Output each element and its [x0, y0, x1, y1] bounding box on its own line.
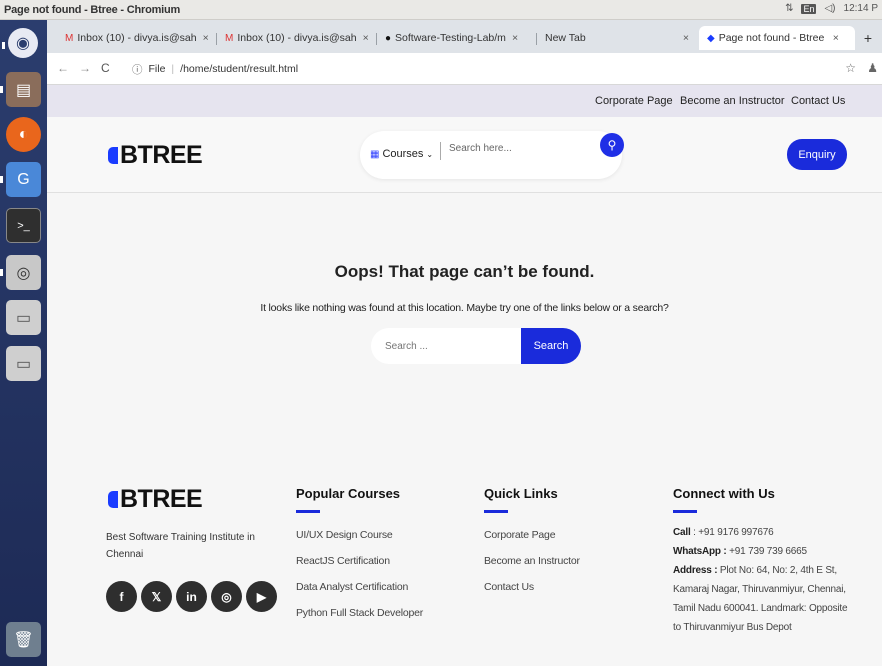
error-title: Oops! That page can’t be found.	[334, 262, 595, 281]
contact-details: Call : +91 9176 997676 WhatsApp : +91 73…	[673, 523, 849, 637]
bookmark-star-icon[interactable]: ☆	[845, 61, 856, 75]
instagram-icon[interactable]: ◎	[211, 581, 242, 612]
footer-heading: Connect with Us	[673, 486, 775, 501]
launcher: ◉ ▤ ◐ G >_ ◎ ▭ ▭ 🗑	[0, 20, 47, 666]
grid-icon: ▦	[370, 148, 380, 160]
header-search: ▦ Courses ⌄ Search here... ⚲	[360, 131, 624, 179]
error-search-button[interactable]: Search	[521, 328, 581, 364]
footer-link[interactable]: Become an Instructor	[484, 555, 580, 581]
courses-dropdown[interactable]: ▦ Courses ⌄	[370, 148, 433, 160]
error-search-input[interactable]	[371, 328, 531, 364]
tab-label: New Tab	[545, 32, 586, 44]
address-label: Address :	[673, 565, 718, 576]
keyboard-layout-indicator[interactable]: En	[801, 3, 817, 14]
gmail-icon: M	[65, 32, 74, 44]
footer-link[interactable]: Corporate Page	[484, 529, 580, 555]
chromium-icon[interactable]: G	[0, 162, 41, 197]
facebook-icon[interactable]: f	[106, 581, 137, 612]
tab-page-not-found[interactable]: ◆ Page not found - Btree ×	[699, 26, 855, 50]
x-twitter-icon[interactable]: 𝕏	[141, 581, 172, 612]
top-link-contact-us[interactable]: Contact Us	[791, 95, 845, 107]
whatsapp-value[interactable]: +91 739 739 6665	[729, 546, 807, 557]
clock[interactable]: 12:14 P	[844, 3, 878, 14]
footer-connect: Connect with Us Call : +91 9176 997676 W…	[673, 486, 849, 637]
back-icon[interactable]: ←	[57, 61, 69, 75]
close-icon[interactable]: ×	[203, 32, 209, 44]
tab-strip: M Inbox (10) - divya.is@sah × M Inbox (1…	[47, 20, 882, 53]
youtube-icon[interactable]: ▶	[246, 581, 277, 612]
drive-icon[interactable]: ▭	[6, 300, 41, 335]
tab-github[interactable]: ● Software-Testing-Lab/m ×	[377, 26, 535, 50]
address-bar[interactable]: ⓘ File | /home/student/result.html	[132, 58, 832, 80]
info-icon[interactable]: ⓘ	[132, 62, 143, 77]
site-footer: BTREE Best Software Training Institute i…	[47, 475, 882, 666]
footer-link[interactable]: Python Full Stack Developer	[296, 607, 423, 633]
footer-link[interactable]: ReactJS Certification	[296, 555, 423, 581]
footer-link[interactable]: Data Analyst Certification	[296, 581, 423, 607]
site-logo[interactable]: BTREE	[108, 141, 203, 170]
window-title: Page not found - Btree - Chromium	[4, 4, 181, 16]
url-scheme: File	[148, 63, 166, 75]
chevron-down-icon: ⌄	[426, 149, 434, 159]
logo-mark	[108, 147, 118, 164]
footer-heading: Quick Links	[484, 486, 558, 501]
footer-description: Best Software Training Institute in Chen…	[106, 532, 255, 560]
close-icon[interactable]: ×	[363, 32, 369, 44]
network-icon[interactable]: ⇅	[785, 3, 793, 14]
url-text[interactable]: /home/student/result.html	[180, 63, 298, 75]
trash-icon[interactable]: 🗑	[6, 622, 41, 657]
linkedin-icon[interactable]: in	[176, 581, 207, 612]
btree-icon: ◆	[707, 32, 715, 44]
footer-heading: Popular Courses	[296, 486, 401, 501]
firefox-icon[interactable]: ◐	[6, 117, 41, 152]
forward-icon[interactable]: →	[79, 61, 91, 75]
terminal-icon[interactable]: >_	[6, 208, 41, 243]
files-icon[interactable]: ▤	[0, 72, 41, 107]
logo-mark	[108, 491, 118, 508]
site-header: BTREE ▦ Courses ⌄ Search here... ⚲ Enqui…	[47, 117, 882, 193]
close-icon[interactable]: ×	[512, 32, 518, 44]
desktop: Page not found - Btree - Chromium ⇅ En ◁…	[0, 0, 882, 666]
top-link-become-instructor[interactable]: Become an Instructor	[680, 95, 785, 107]
error-description: It looks like nothing was found at this …	[260, 302, 669, 314]
tab-label: Page not found - Btree	[718, 32, 825, 44]
footer-logo[interactable]: BTREE	[108, 485, 203, 514]
volume-icon[interactable]: ◁)	[824, 3, 835, 14]
address-toolbar: ← → C ⓘ File | /home/student/result.html…	[47, 53, 882, 85]
drive-icon[interactable]: ▭	[6, 346, 41, 381]
footer-quick-links: Quick Links Corporate Page Become an Ins…	[484, 486, 580, 607]
profile-icon[interactable]: ♟	[867, 61, 878, 75]
header-search-input[interactable]: Search here...	[449, 143, 512, 154]
close-icon[interactable]: ×	[683, 32, 689, 44]
system-top-bar: Page not found - Btree - Chromium ⇅ En ◁…	[0, 0, 882, 20]
web-page: Corporate Page Become an Instructor Cont…	[47, 85, 882, 666]
camera-icon[interactable]: ◎	[0, 255, 41, 290]
gmail-icon: M	[225, 32, 234, 44]
github-icon: ●	[385, 32, 392, 44]
tab-gmail-1[interactable]: M Inbox (10) - divya.is@sah ×	[57, 26, 215, 50]
tab-new-tab[interactable]: New Tab ×	[537, 26, 697, 50]
tab-gmail-2[interactable]: M Inbox (10) - divya.is@sah ×	[217, 26, 375, 50]
footer-popular-courses: Popular Courses UI/UX Design Course Reac…	[296, 486, 423, 633]
tab-label: Software-Testing-Lab/m	[395, 32, 506, 44]
footer-link[interactable]: Contact Us	[484, 581, 580, 607]
reload-icon[interactable]: C	[101, 61, 110, 75]
top-links-bar: Corporate Page Become an Instructor Cont…	[47, 85, 882, 117]
error-search-form: Search	[371, 328, 581, 364]
footer-link[interactable]: UI/UX Design Course	[296, 529, 423, 555]
social-links: f 𝕏 in ◎ ▶	[106, 581, 277, 612]
close-icon[interactable]: ×	[833, 32, 839, 44]
system-tray: ⇅ En ◁) 12:14 P	[785, 3, 878, 14]
call-value[interactable]: : +91 9176 997676	[693, 527, 773, 538]
call-label: Call	[673, 527, 691, 538]
enquiry-button[interactable]: Enquiry	[787, 139, 847, 170]
whatsapp-label: WhatsApp :	[673, 546, 727, 557]
top-link-corporate-page[interactable]: Corporate Page	[595, 95, 673, 107]
tab-label: Inbox (10) - divya.is@sah	[77, 32, 197, 44]
new-tab-button[interactable]: +	[864, 30, 872, 46]
tab-label: Inbox (10) - divya.is@sah	[237, 32, 357, 44]
search-icon[interactable]: ⚲	[600, 133, 624, 157]
chromium-icon[interactable]: ◉	[2, 28, 38, 58]
